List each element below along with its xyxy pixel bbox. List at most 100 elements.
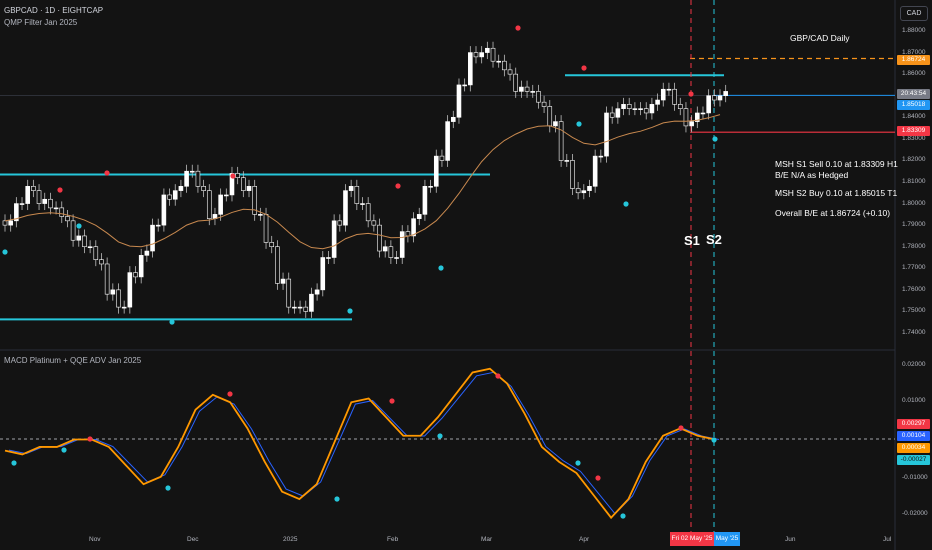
- time-highlight-s1: Fri 02 May '25: [670, 532, 714, 546]
- candle-body: [286, 278, 292, 308]
- moving-average-line: [4, 114, 721, 250]
- signal-s2-label: S2: [706, 232, 722, 247]
- candle-body: [292, 306, 297, 309]
- candle-body: [280, 278, 286, 284]
- candle-body: [93, 246, 99, 260]
- candle-body: [172, 190, 178, 200]
- price-tick: 1.82000: [902, 156, 926, 164]
- candle-body: [700, 112, 706, 115]
- sell-signal-dot: [688, 91, 694, 97]
- price-tick: 1.75000: [902, 307, 926, 315]
- candle-body: [65, 216, 70, 222]
- candle-body: [666, 88, 672, 91]
- price-tick: 1.78000: [902, 242, 926, 250]
- candle-body: [609, 112, 615, 118]
- candle-body: [536, 91, 541, 103]
- candle-body: [258, 214, 263, 216]
- candle-body: [462, 84, 467, 87]
- macd-tag: 0.00034: [897, 443, 930, 453]
- time-label: 2025: [283, 536, 298, 543]
- buy-signal-dot: [438, 265, 444, 271]
- macd-cross-dot: [678, 425, 684, 431]
- macd-cross-dot: [711, 437, 717, 443]
- candle-body: [116, 289, 121, 308]
- buy-signal-dot: [623, 201, 629, 207]
- buy-signal-dot: [76, 223, 82, 229]
- candle-body: [706, 95, 711, 114]
- candle-body: [218, 194, 223, 215]
- macd-cross-dot: [11, 460, 17, 466]
- candle-body: [524, 86, 530, 92]
- macd-panel-label[interactable]: MACD Platinum + QQE ADV Jan 2025: [4, 356, 141, 365]
- candle-body: [178, 186, 184, 191]
- time-label: Feb: [387, 536, 399, 543]
- time-label: Nov: [89, 536, 101, 543]
- buy-signal-dot: [347, 308, 353, 314]
- currency-button[interactable]: CAD: [900, 6, 928, 21]
- chart-canvas[interactable]: [0, 0, 932, 550]
- candle-body: [547, 106, 553, 127]
- candle-body: [53, 207, 59, 210]
- candle-body: [241, 177, 246, 191]
- macd-cross-dot: [87, 436, 93, 442]
- candle-body: [303, 306, 309, 312]
- candle-body: [76, 235, 82, 241]
- candle-body: [2, 220, 8, 226]
- price-tick: 1.86000: [902, 70, 926, 78]
- candle-body: [150, 224, 155, 252]
- indicator-label[interactable]: QMP Filter Jan 2025: [4, 18, 77, 27]
- candle-body: [575, 188, 581, 194]
- candle-body: [450, 116, 456, 122]
- sell-signal-dot: [230, 173, 236, 179]
- candle-body: [326, 257, 331, 259]
- macd-signal-line: [8, 371, 720, 515]
- candle-body: [428, 186, 433, 188]
- candle-body: [133, 272, 138, 278]
- price-tag-last: 1.85018: [897, 100, 930, 110]
- candle-body: [167, 194, 172, 200]
- candle-body: [541, 101, 547, 107]
- candle-body: [439, 155, 445, 161]
- candle-body: [82, 235, 87, 248]
- candle-body: [649, 104, 655, 114]
- buy-signal-dot: [2, 249, 8, 255]
- candle-body: [672, 88, 677, 105]
- macd-tick: -0.01000: [902, 474, 928, 481]
- candle-body: [660, 88, 666, 101]
- candle-body: [263, 214, 269, 243]
- candle-body: [513, 73, 519, 92]
- candle-body: [502, 60, 507, 71]
- candle-body: [206, 190, 212, 219]
- candle-body: [377, 224, 382, 252]
- candle-body: [399, 231, 405, 258]
- macd-tag: -0.00027: [897, 455, 930, 465]
- sell-signal-dot: [395, 183, 401, 189]
- macd-cross-dot: [620, 513, 626, 519]
- candle-body: [275, 246, 280, 284]
- buy-signal-dot: [712, 136, 718, 142]
- candle-body: [587, 186, 592, 191]
- candle-body: [553, 121, 558, 127]
- candle-body: [269, 242, 275, 248]
- candle-body: [592, 155, 598, 187]
- candle-body: [570, 160, 575, 189]
- time-label: Dec: [187, 536, 199, 543]
- macd-cross-dot: [389, 398, 395, 404]
- candle-body: [235, 173, 240, 178]
- candle-body: [723, 91, 728, 97]
- price-tick: 1.80000: [902, 199, 926, 207]
- symbol-title[interactable]: GBPCAD · 1D · EIGHTCAP: [4, 6, 103, 15]
- price-tick: 1.77000: [902, 264, 926, 272]
- candle-body: [104, 263, 110, 295]
- candle-body: [36, 190, 42, 204]
- candle-body: [468, 52, 473, 86]
- candle-body: [70, 220, 76, 241]
- candle-body: [121, 306, 127, 309]
- candle-body: [42, 198, 48, 204]
- price-tick: 1.76000: [902, 285, 926, 293]
- candle-body: [456, 84, 462, 118]
- candle-body: [479, 52, 484, 58]
- price-tag-countdown: 20:43:54: [897, 89, 930, 99]
- candle-body: [314, 289, 320, 295]
- candle-body: [655, 99, 660, 105]
